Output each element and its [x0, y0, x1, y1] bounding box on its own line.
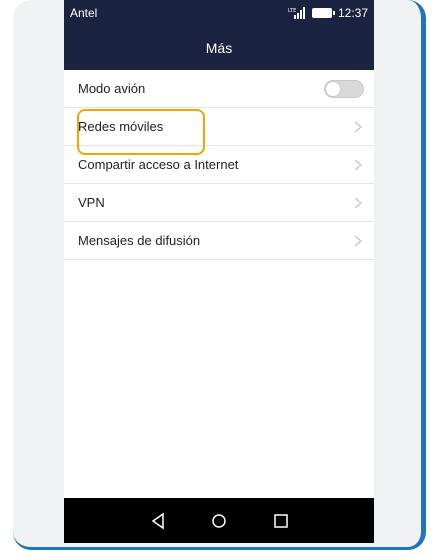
list-item-modo-avion[interactable]: Modo avión	[64, 70, 374, 108]
header: Más	[64, 26, 374, 70]
chevron-right-icon	[354, 159, 362, 171]
list-item-label: VPN	[78, 195, 105, 210]
phone-screen: Antel LTE 12:37 Más Modo avión Redes móv…	[64, 0, 374, 543]
back-icon[interactable]	[147, 510, 169, 532]
battery-icon	[311, 8, 335, 18]
clock: 12:37	[337, 6, 368, 20]
page-title: Más	[205, 40, 233, 56]
list-item-vpn[interactable]: VPN	[64, 184, 374, 222]
lte-signal-icon: LTE	[288, 7, 305, 19]
recents-icon[interactable]	[270, 510, 292, 532]
home-icon[interactable]	[208, 510, 230, 532]
list-item-label: Mensajes de difusión	[78, 233, 201, 248]
svg-text:LTE: LTE	[288, 8, 296, 14]
chevron-right-icon	[354, 121, 362, 133]
carrier-label: Antel	[70, 6, 98, 20]
highlight-box	[77, 109, 205, 155]
status-bar: Antel LTE 12:37	[64, 0, 374, 26]
list-item-label: Compartir acceso a Internet	[78, 157, 239, 172]
settings-list: Modo avión Redes móviles Compartir acces…	[64, 70, 374, 260]
chevron-right-icon	[354, 235, 362, 247]
navigation-bar	[64, 498, 374, 543]
toggle-knob	[326, 82, 340, 96]
status-indicators: LTE 12:37	[288, 6, 368, 20]
chevron-right-icon	[354, 197, 362, 209]
list-item-mensajes-difusion[interactable]: Mensajes de difusión	[64, 222, 374, 260]
airplane-mode-toggle[interactable]	[324, 80, 364, 98]
list-item-label: Modo avión	[78, 81, 146, 96]
